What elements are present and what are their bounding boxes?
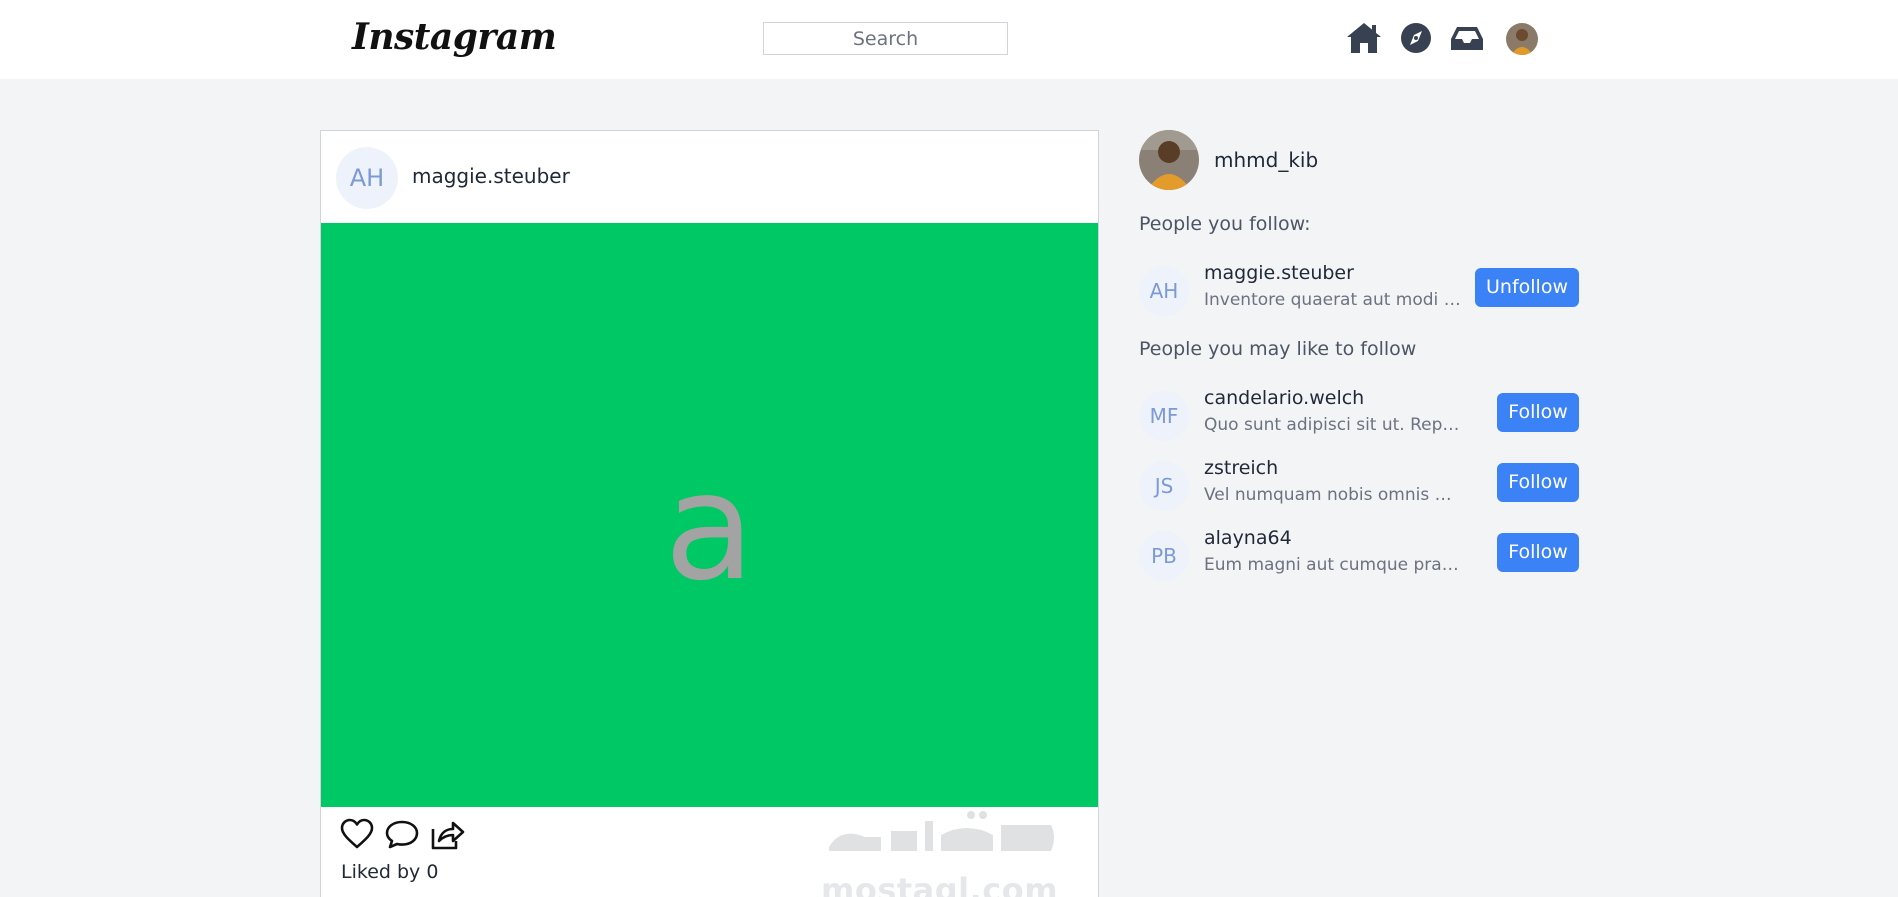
user-avatar[interactable]: JS xyxy=(1139,461,1189,511)
top-navbar: Instagram xyxy=(0,0,1898,79)
user-username[interactable]: maggie.steuber xyxy=(1204,262,1354,284)
instagram-logo[interactable]: Instagram xyxy=(352,16,557,58)
home-icon[interactable] xyxy=(1345,20,1383,56)
comment-icon[interactable] xyxy=(384,817,420,851)
user-bio: Quo sunt adipisci sit ut. Repreh... xyxy=(1204,415,1464,435)
user-avatar[interactable]: MF xyxy=(1139,391,1189,441)
like-heart-icon[interactable] xyxy=(339,817,375,851)
compass-icon[interactable] xyxy=(1397,20,1435,56)
post-author-avatar[interactable]: AH xyxy=(336,147,398,209)
my-profile-photo-icon xyxy=(1139,130,1199,190)
unfollow-button[interactable]: Unfollow xyxy=(1475,268,1579,307)
user-username[interactable]: zstreich xyxy=(1204,457,1278,479)
profile-photo-icon xyxy=(1506,23,1538,55)
search-input[interactable] xyxy=(763,22,1008,55)
watermark-text: mostaql.com xyxy=(821,871,1059,897)
suggestions-section-title: People you may like to follow xyxy=(1139,338,1417,360)
follow-button[interactable]: Follow xyxy=(1497,463,1579,502)
follow-button[interactable]: Follow xyxy=(1497,533,1579,572)
user-avatar[interactable]: PB xyxy=(1139,531,1189,581)
following-section-title: People you follow: xyxy=(1139,213,1311,235)
user-username[interactable]: candelario.welch xyxy=(1204,387,1364,409)
post-image-text: a xyxy=(664,441,755,613)
inbox-icon[interactable] xyxy=(1448,20,1486,56)
my-username[interactable]: mhmd_kib xyxy=(1214,148,1318,172)
user-bio: Vel numquam nobis omnis mini... xyxy=(1204,485,1464,505)
following-item: AH maggie.steuber Inventore quaerat aut … xyxy=(1139,262,1579,318)
post-author-username[interactable]: maggie.steuber xyxy=(412,164,570,188)
share-icon[interactable] xyxy=(429,817,465,851)
profile-avatar[interactable] xyxy=(1506,23,1538,55)
post-header: AH maggie.steuber xyxy=(321,131,1098,223)
suggestion-item: MF candelario.welch Quo sunt adipisci si… xyxy=(1139,387,1579,443)
suggestion-item: PB alayna64 Eum magni aut cumque praese.… xyxy=(1139,527,1579,583)
user-username[interactable]: alayna64 xyxy=(1204,527,1292,549)
post-image[interactable]: a xyxy=(321,223,1098,807)
follow-button[interactable]: Follow xyxy=(1497,393,1579,432)
user-bio: Inventore quaerat aut modi con... xyxy=(1204,290,1464,310)
watermark: mostaql.com xyxy=(821,807,1061,897)
suggestion-item: JS zstreich Vel numquam nobis omnis mini… xyxy=(1139,457,1579,513)
likes-count: Liked by 0 xyxy=(341,861,439,883)
my-avatar[interactable] xyxy=(1139,130,1199,190)
user-bio: Eum magni aut cumque praese... xyxy=(1204,555,1464,575)
user-avatar[interactable]: AH xyxy=(1139,266,1189,316)
watermark-logo-icon xyxy=(829,811,1054,851)
post-card: AH maggie.steuber a Liked by 0 mostaql.c… xyxy=(320,130,1099,897)
